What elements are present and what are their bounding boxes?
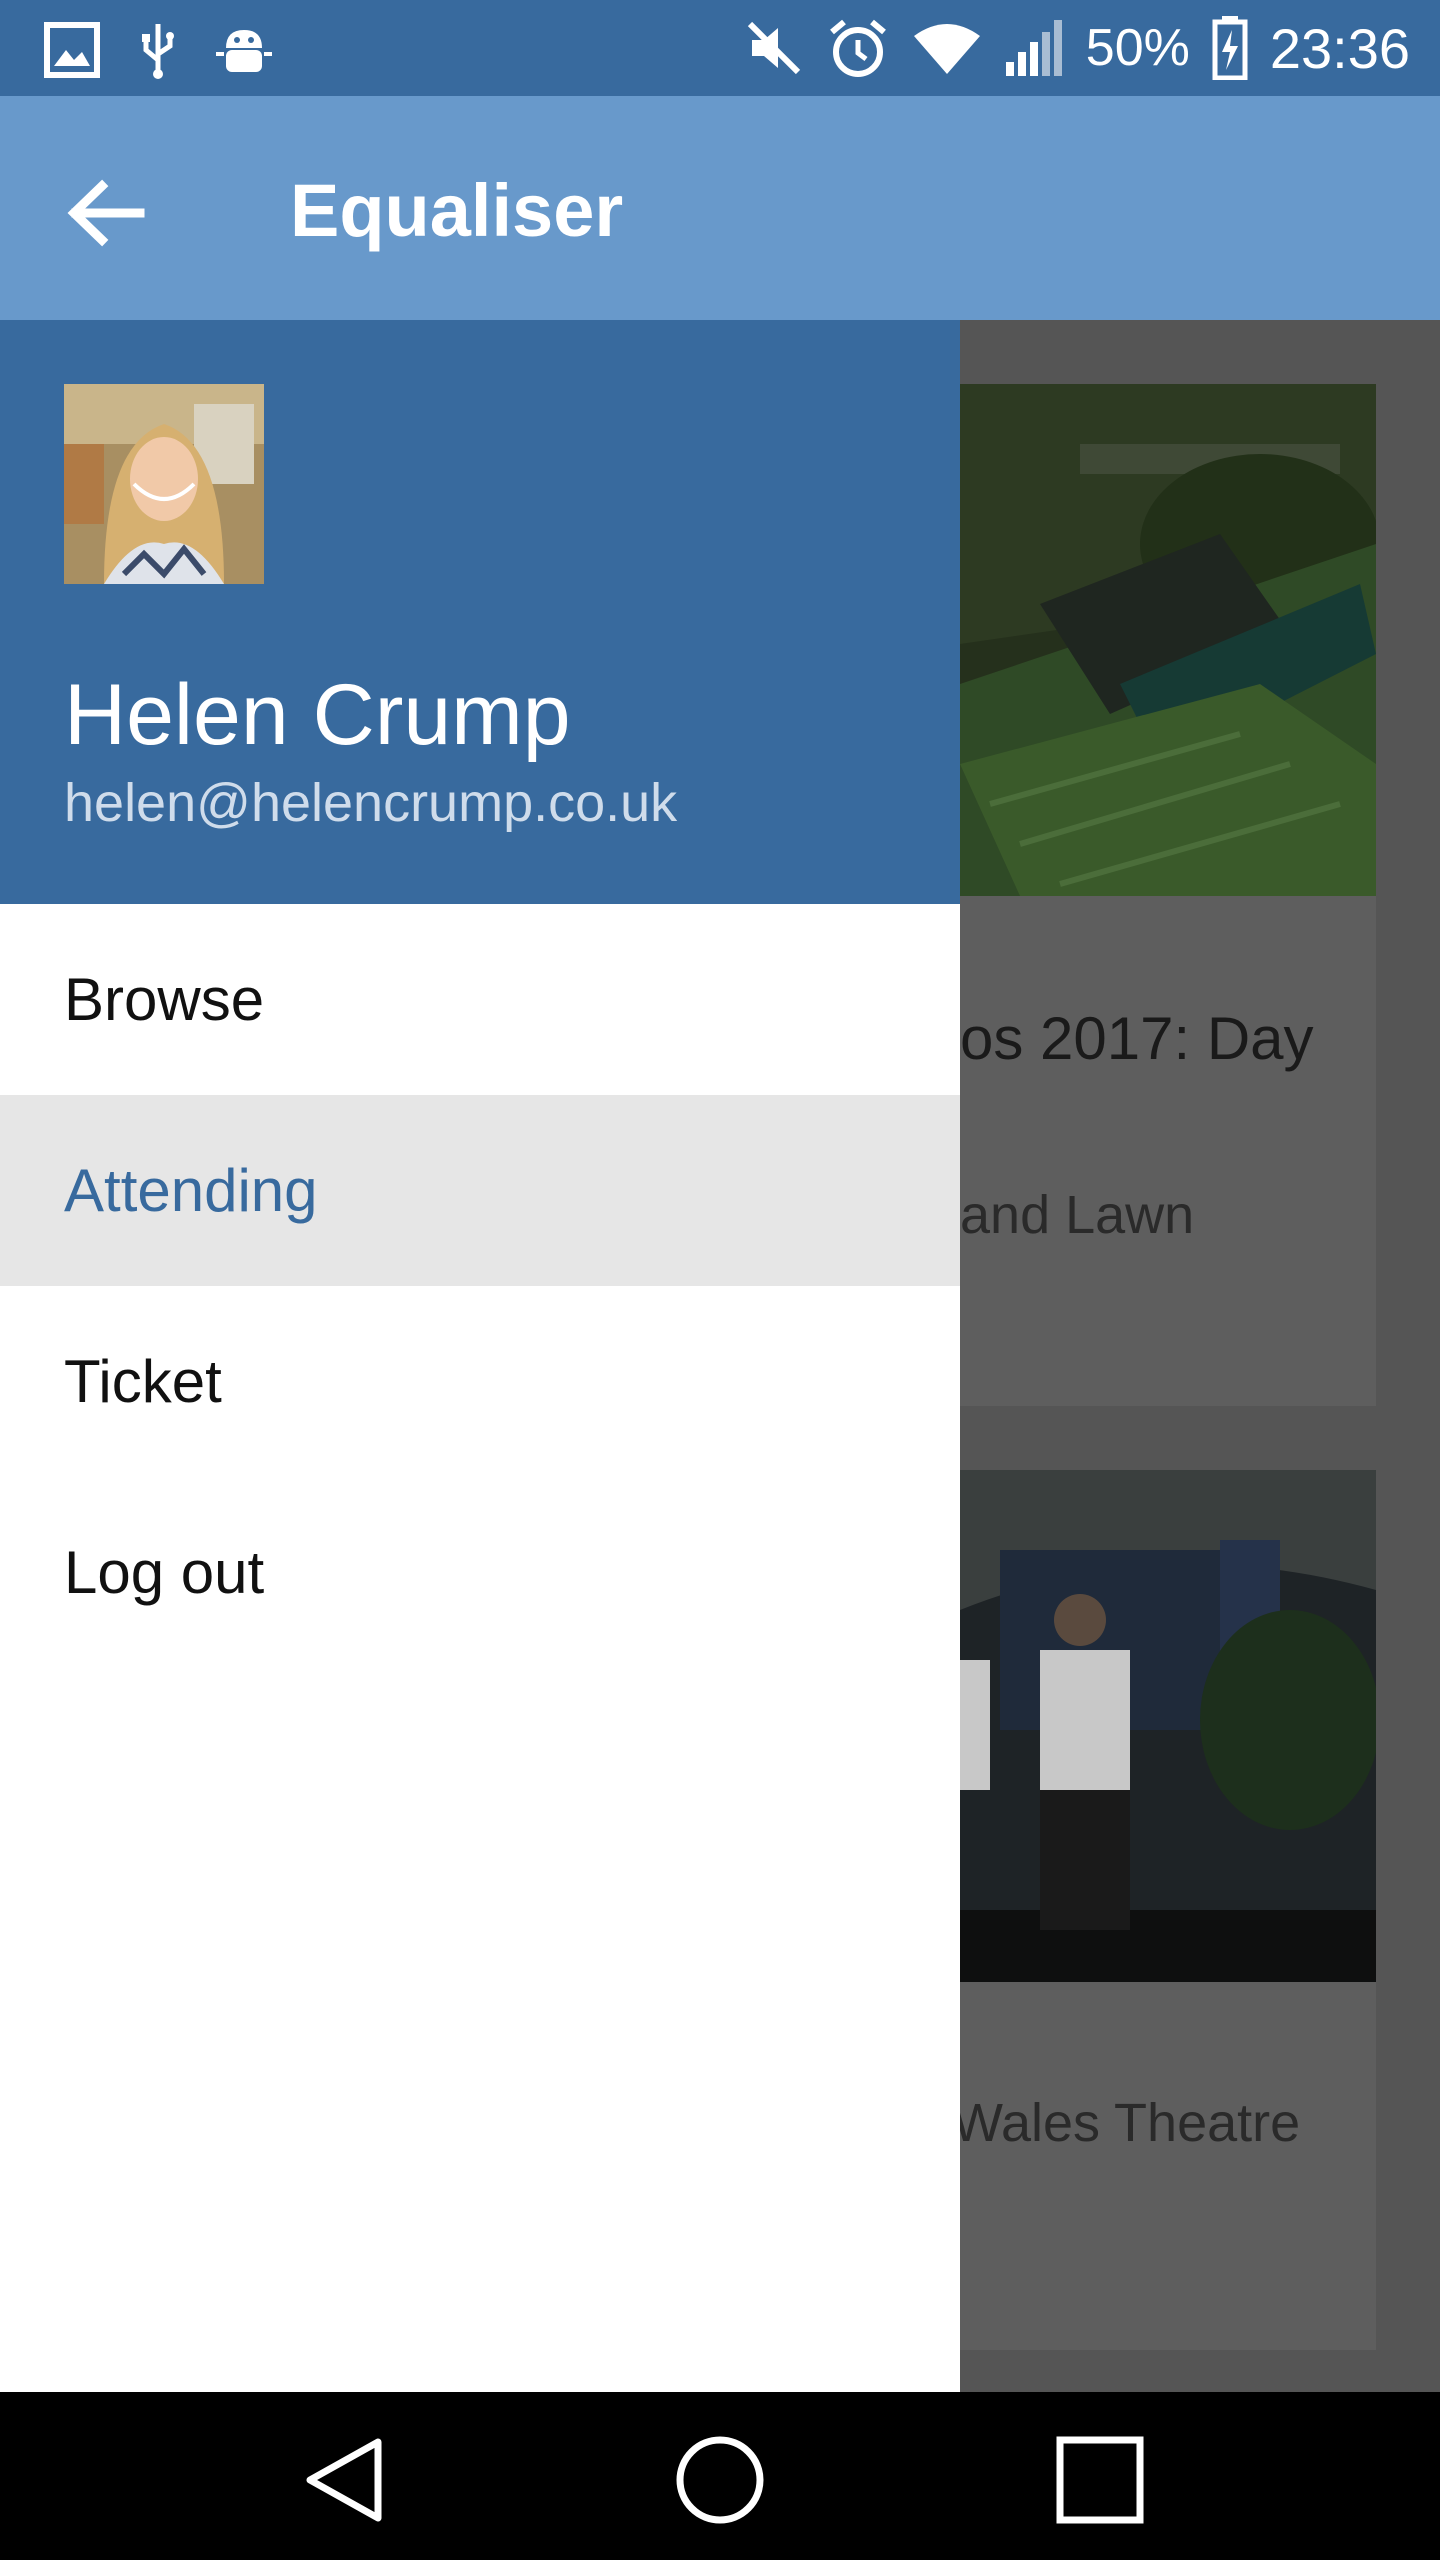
battery-charging-icon — [1212, 16, 1248, 80]
navigation-drawer: Helen Crump helen@helencrump.co.uk Brows… — [0, 320, 960, 2392]
page-title: Equaliser — [290, 169, 624, 252]
clock: 23:36 — [1269, 16, 1410, 80]
event-image-theatre — [960, 1470, 1376, 1982]
event-title: os 2017: Day — [960, 1005, 1314, 1072]
home-circle-icon[interactable] — [672, 2432, 768, 2528]
arrow-left-icon — [67, 179, 145, 247]
back-triangle-icon[interactable] — [296, 2432, 392, 2528]
user-name: Helen Crump — [64, 667, 571, 763]
drawer-item-ticket[interactable]: Ticket — [0, 1286, 960, 1477]
event-card[interactable]: os 2017: Day and Lawn — [960, 384, 1376, 1406]
drawer-item-attending[interactable]: Attending — [0, 1095, 960, 1286]
drawer-item-log-out[interactable]: Log out — [0, 1477, 960, 1668]
system-nav-bar — [0, 2392, 1440, 2560]
drawer-menu: Browse Attending Ticket Log out — [0, 904, 960, 1668]
event-venue: Wales Theatre — [960, 2093, 1301, 2153]
status-bar: 50% 23:36 — [0, 0, 1440, 96]
battery-percent: 50% — [1085, 19, 1190, 77]
signal-icon — [1005, 20, 1062, 76]
drawer-item-browse[interactable]: Browse — [0, 904, 960, 1095]
drawer-header: Helen Crump helen@helencrump.co.uk — [0, 320, 960, 904]
alarm-icon — [829, 19, 886, 77]
app-bar: Equaliser — [0, 96, 1440, 320]
event-venue: and Lawn — [960, 1185, 1195, 1245]
event-image-tennis — [960, 384, 1376, 896]
usb-icon — [142, 24, 174, 79]
gallery-icon — [44, 22, 100, 78]
event-card[interactable]: Wales Theatre — [960, 1470, 1376, 2350]
back-button[interactable] — [62, 168, 152, 258]
recents-square-icon[interactable] — [1052, 2432, 1148, 2528]
mute-icon — [747, 21, 800, 75]
user-email: helen@helencrump.co.uk — [64, 773, 678, 833]
avatar[interactable] — [64, 384, 264, 584]
wifi-icon — [913, 24, 980, 74]
android-debug-icon — [216, 30, 272, 72]
